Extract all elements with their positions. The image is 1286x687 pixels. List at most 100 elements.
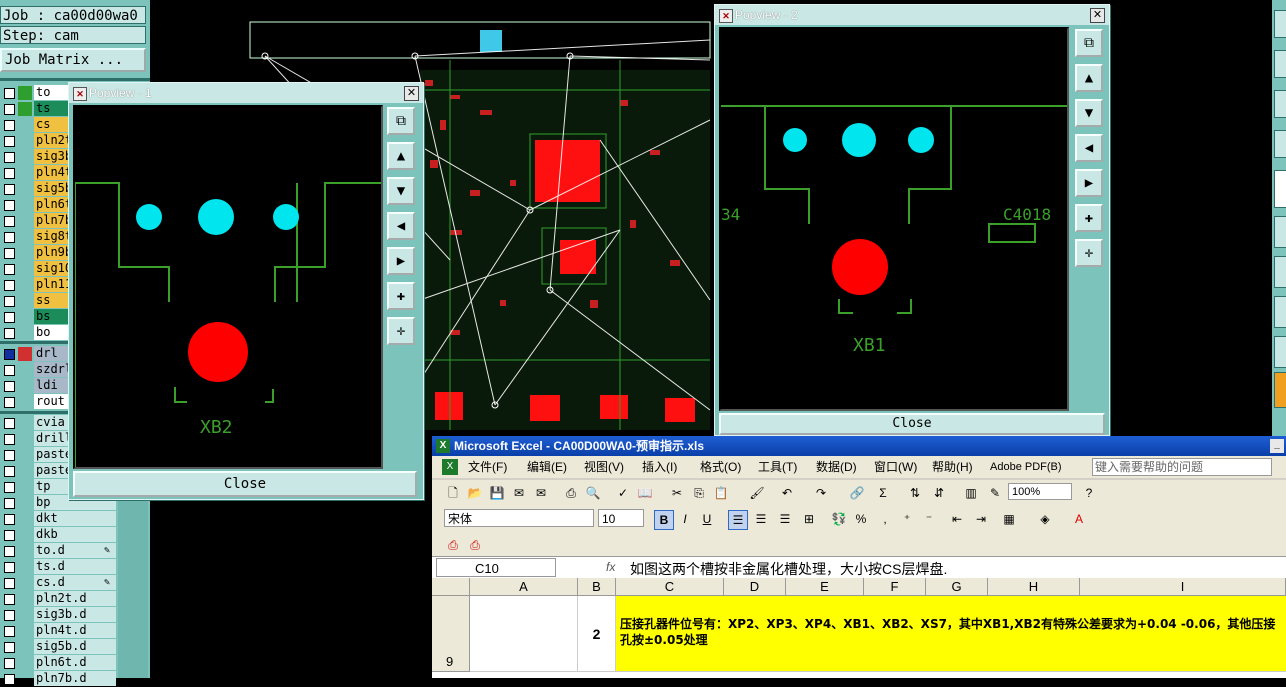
layer-color-swatch[interactable]: [18, 448, 32, 462]
layer-visibility-checkbox[interactable]: [4, 397, 15, 408]
layer-color-swatch[interactable]: [18, 214, 32, 228]
pan-up-icon[interactable]: ▲: [1075, 64, 1103, 92]
layer-visibility-checkbox[interactable]: [4, 365, 15, 376]
tool-button[interactable]: [1274, 216, 1286, 248]
layer-color-swatch[interactable]: [18, 262, 32, 276]
layer-visibility-checkbox[interactable]: [4, 642, 15, 653]
layer-color-swatch[interactable]: [18, 166, 32, 180]
layer-visibility-checkbox[interactable]: [4, 184, 15, 195]
layer-row[interactable]: bs: [0, 309, 70, 325]
layer-color-swatch[interactable]: [18, 326, 32, 340]
drawing-icon[interactable]: ✎: [986, 484, 1004, 502]
print-icon[interactable]: ⎙: [562, 484, 580, 502]
increase-decimal-icon[interactable]: ⁺: [898, 510, 916, 528]
align-center-icon[interactable]: ☰: [752, 510, 770, 528]
popview-1-canvas[interactable]: XB2: [73, 105, 383, 469]
layer-row[interactable]: ss: [0, 293, 70, 309]
layer-color-swatch[interactable]: [18, 432, 32, 446]
layer-color-swatch[interactable]: [18, 560, 32, 574]
menu-help[interactable]: 帮助(H): [932, 456, 973, 478]
menu-format[interactable]: 格式(O): [700, 456, 741, 478]
layer-visibility-checkbox[interactable]: [4, 280, 15, 291]
layer-color-swatch[interactable]: [18, 624, 32, 638]
layer-row[interactable]: sig8t: [0, 229, 70, 245]
zoom-out-icon[interactable]: ✛: [387, 317, 415, 345]
layer-row[interactable]: ldi: [0, 378, 70, 394]
tool-button[interactable]: [1274, 170, 1286, 208]
tool-button[interactable]: [1274, 90, 1286, 118]
menu-insert[interactable]: 插入(I): [642, 456, 677, 478]
layer-visibility-checkbox[interactable]: [4, 450, 15, 461]
tool-button[interactable]: [1274, 336, 1286, 368]
job-matrix-button[interactable]: Job Matrix ...: [0, 48, 146, 72]
font-size-select[interactable]: 10: [598, 509, 644, 527]
layer-visibility-checkbox[interactable]: [4, 88, 15, 99]
column-header[interactable]: D: [724, 578, 786, 596]
layer-visibility-checkbox[interactable]: [4, 136, 15, 147]
layer-visibility-checkbox[interactable]: [4, 248, 15, 259]
column-header[interactable]: I: [1080, 578, 1286, 596]
tool-button[interactable]: [1274, 130, 1286, 158]
layer-color-swatch[interactable]: [18, 86, 32, 100]
layer-row[interactable]: cs: [0, 117, 70, 133]
layer-color-swatch[interactable]: [18, 512, 32, 526]
worksheet-grid[interactable]: A B C D E F G H I 9 2 压接孔器件位号有：XP2、XP3、X…: [432, 578, 1286, 678]
permission-icon[interactable]: ✉: [510, 484, 528, 502]
borders-icon[interactable]: ▦: [1000, 510, 1018, 528]
layer-row[interactable]: ts.d: [0, 559, 118, 575]
layer-row[interactable]: sig5b.d: [0, 639, 118, 655]
column-header[interactable]: H: [988, 578, 1080, 596]
layer-color-swatch[interactable]: [18, 347, 32, 361]
email-icon[interactable]: ✉: [532, 484, 550, 502]
popview-2-titlebar[interactable]: ✕ Popview - 2 ✕: [715, 5, 1109, 25]
column-header[interactable]: B: [578, 578, 616, 596]
menu-window[interactable]: 窗口(W): [874, 456, 917, 478]
layer-color-swatch[interactable]: [18, 480, 32, 494]
pan-up-icon[interactable]: ▲: [387, 142, 415, 170]
paste-icon[interactable]: 📋: [712, 484, 730, 502]
fx-icon[interactable]: fx: [606, 560, 615, 574]
bold-icon[interactable]: B: [654, 510, 674, 530]
layer-visibility-checkbox[interactable]: [4, 482, 15, 493]
cell-b9[interactable]: 2: [578, 596, 616, 672]
zoom-in-icon[interactable]: ✚: [1075, 204, 1103, 232]
layer-color-swatch[interactable]: [18, 134, 32, 148]
print-preview-icon[interactable]: 🔍: [584, 484, 602, 502]
tool-button[interactable]: [1274, 372, 1286, 408]
zoom-fit-icon[interactable]: ⧉: [387, 107, 415, 135]
comma-icon[interactable]: ,: [876, 510, 894, 528]
layer-visibility-checkbox[interactable]: [4, 200, 15, 211]
layer-row[interactable]: pln7b.d: [0, 671, 118, 687]
layer-row[interactable]: sig5b: [0, 181, 70, 197]
layer-row[interactable]: pln7b: [0, 213, 70, 229]
pan-left-icon[interactable]: ◀: [387, 212, 415, 240]
layer-visibility-checkbox[interactable]: [4, 232, 15, 243]
layer-row[interactable]: to.d ✎: [0, 543, 118, 559]
layer-color-swatch[interactable]: [18, 118, 32, 132]
pan-down-icon[interactable]: ▼: [1075, 99, 1103, 127]
tool-button[interactable]: [1274, 50, 1286, 78]
excel-titlebar[interactable]: X Microsoft Excel - CA00D00WA0-预审指示.xls …: [432, 436, 1286, 456]
layer-row[interactable]: pln6t: [0, 197, 70, 213]
menu-adobe-pdf[interactable]: Adobe PDF(B): [990, 456, 1062, 478]
column-header[interactable]: F: [864, 578, 926, 596]
layer-color-swatch[interactable]: [18, 395, 32, 409]
copy-icon[interactable]: ⎘: [690, 484, 708, 502]
open-icon[interactable]: 📂: [466, 484, 484, 502]
layer-row[interactable]: pln4t.d: [0, 623, 118, 639]
pdf-convert-icon[interactable]: ⎙: [444, 536, 462, 554]
column-header[interactable]: A: [470, 578, 578, 596]
layer-visibility-checkbox[interactable]: [4, 328, 15, 339]
save-icon[interactable]: 💾: [488, 484, 506, 502]
pan-right-icon[interactable]: ▶: [387, 247, 415, 275]
pan-down-icon[interactable]: ▼: [387, 177, 415, 205]
help-search-input[interactable]: 键入需要帮助的问题: [1092, 458, 1272, 476]
pdf-email-icon[interactable]: ⎙: [466, 536, 484, 554]
layer-row[interactable]: pln2t.d: [0, 591, 118, 607]
decrease-decimal-icon[interactable]: ⁻: [920, 510, 938, 528]
layer-color-swatch[interactable]: [18, 416, 32, 430]
sort-descending-icon[interactable]: ⇵: [930, 484, 948, 502]
workbook-icon[interactable]: X: [442, 459, 458, 475]
menu-file[interactable]: 文件(F): [468, 456, 507, 478]
close-icon[interactable]: ✕: [1090, 8, 1105, 23]
